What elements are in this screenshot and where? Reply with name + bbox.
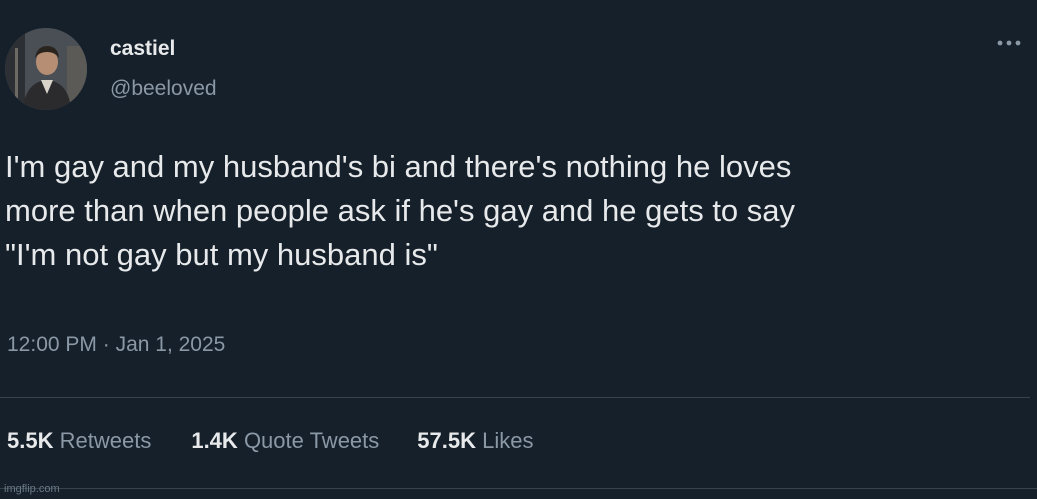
divider-bottom (0, 488, 1037, 489)
avatar-image (5, 28, 87, 110)
likes-count: 57.5K (417, 428, 476, 453)
engagement-stats: 5.5K Retweets 1.4K Quote Tweets 57.5K Li… (7, 428, 533, 454)
retweets-stat[interactable]: 5.5K Retweets (7, 428, 151, 454)
more-horizontal-icon (997, 40, 1021, 46)
retweets-label: Retweets (59, 428, 152, 453)
display-name[interactable]: castiel (110, 37, 175, 61)
divider-top (0, 397, 1030, 398)
quote-tweets-label: Quote Tweets (243, 428, 380, 453)
likes-label: Likes (482, 428, 534, 453)
likes-stat[interactable]: 57.5K Likes (417, 428, 533, 454)
more-options-button[interactable] (994, 34, 1024, 52)
tweet-timestamp: 12:00 PM · Jan 1, 2025 (7, 333, 225, 357)
user-handle[interactable]: @beeloved (110, 77, 217, 101)
retweets-count: 5.5K (7, 428, 54, 453)
tweet-time[interactable]: 12:00 PM (7, 333, 97, 356)
watermark: imgflip.com (4, 483, 60, 495)
quote-tweets-stat[interactable]: 1.4K Quote Tweets (191, 428, 379, 454)
meta-separator: · (102, 333, 110, 356)
avatar[interactable] (5, 28, 87, 110)
quote-tweets-count: 1.4K (191, 428, 238, 453)
tweet-date[interactable]: Jan 1, 2025 (116, 333, 226, 356)
tweet-text: I'm gay and my husband's bi and there's … (5, 149, 796, 272)
